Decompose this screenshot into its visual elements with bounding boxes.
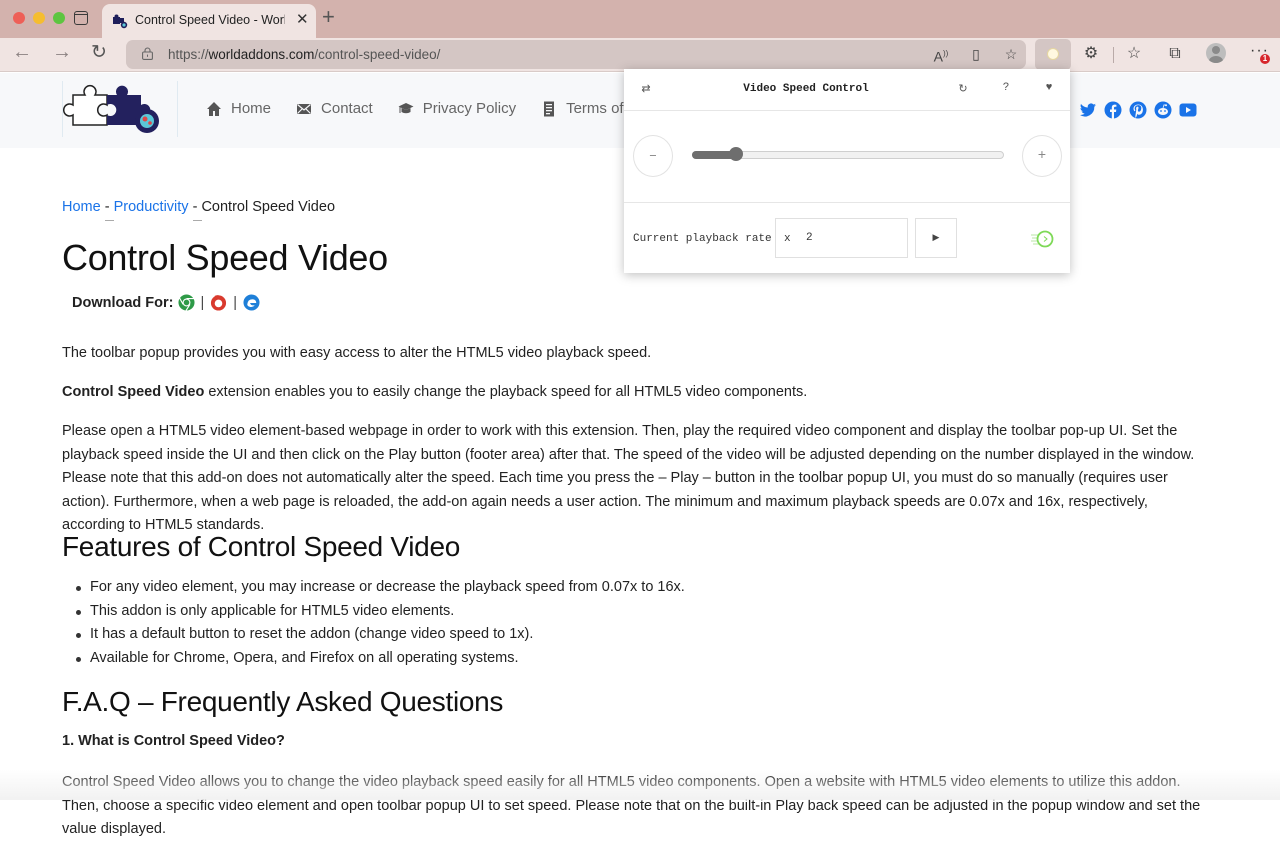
slider-thumb[interactable] (728, 147, 743, 161)
rate-value: 2 (806, 232, 813, 244)
edge-icon[interactable] (243, 294, 260, 311)
puzzle-logo-icon (63, 85, 159, 133)
intro-paragraph: The toolbar popup provides you with easy… (62, 345, 652, 361)
notification-badge: 1 (1260, 54, 1270, 64)
favorites-icon[interactable]: ☆ (1124, 44, 1144, 64)
puzzle-favicon-icon (113, 14, 128, 29)
reddit-icon[interactable] (1154, 101, 1172, 119)
download-label: Download For: (72, 294, 174, 311)
add-favorite-icon[interactable]: ☆ (1002, 45, 1020, 63)
window-maximize-button[interactable] (53, 12, 65, 24)
graduation-cap-icon (398, 102, 414, 113)
back-icon[interactable]: ← (12, 41, 32, 64)
feature-item: This addon is only applicable for HTML5 … (76, 600, 685, 624)
tab-bar: Control Speed Video - WorldAddons ✕ + (0, 0, 1280, 38)
heart-icon[interactable]: ♥ (1041, 82, 1057, 94)
features-heading: Features of Control Speed Video (62, 531, 460, 562)
instructions-paragraph: Please open a HTML5 video element-based … (62, 423, 1195, 533)
faq-heading: F.A.Q – Frequently Asked Questions (62, 686, 504, 717)
speed-logo-icon[interactable] (1030, 228, 1054, 250)
tab-title: Control Speed Video - WorldAddons (135, 13, 285, 27)
description-text: extension enables you to easily change t… (204, 384, 808, 400)
popup-title: Video Speed Control (743, 83, 869, 95)
firefox-icon[interactable] (210, 294, 227, 311)
read-aloud-icon[interactable]: A)) (932, 45, 950, 65)
increase-speed-button[interactable]: + (1022, 135, 1062, 177)
document-icon (544, 101, 555, 116)
bottom-fade (0, 770, 1280, 800)
playback-rate-label: Current playback rate (633, 233, 772, 245)
main-menu: Home Contact Privacy Policy Terms of (206, 100, 624, 117)
address-bar[interactable]: https://worldaddons.com/control-speed-vi… (126, 40, 1026, 69)
youtube-icon[interactable] (1179, 101, 1197, 119)
popup-controls: – + (624, 112, 1070, 203)
breadcrumb-category-link[interactable]: Productivity (114, 199, 189, 215)
menu-label: Contact (321, 100, 373, 117)
tab-actions-icon[interactable] (74, 11, 88, 25)
twitter-icon[interactable] (1079, 101, 1097, 119)
breadcrumb-separator: - (192, 199, 198, 215)
faq-question: 1. What is Control Speed Video? (62, 733, 285, 749)
menu-label: Privacy Policy (422, 100, 517, 117)
product-name: Control Speed Video (62, 384, 205, 400)
lock-icon[interactable] (142, 47, 153, 60)
profile-avatar[interactable] (1206, 43, 1226, 63)
facebook-icon[interactable] (1104, 101, 1122, 119)
breadcrumb: Home - Productivity - Control Speed Vide… (62, 199, 335, 215)
download-links: Download For: | | (72, 294, 260, 311)
reload-icon[interactable]: ↻ (91, 41, 107, 64)
popup-header: ⇄ Video Speed Control ↻ ? ♥ (624, 69, 1070, 111)
menu-item-terms[interactable]: Terms of (541, 100, 624, 117)
browser-toolbar: ← → ↻ https://worldaddons.com/control-sp… (0, 38, 1280, 72)
url-text[interactable]: https://worldaddons.com/control-speed-vi… (168, 47, 440, 62)
menu-label: Home (231, 100, 272, 117)
feature-item: For any video element, you may increase … (76, 576, 685, 600)
new-tab-button[interactable]: + (322, 4, 335, 30)
forward-icon[interactable]: → (52, 41, 72, 64)
speed-slider[interactable] (692, 147, 1004, 161)
window-close-button[interactable] (13, 12, 25, 24)
menu-label: Terms of (566, 100, 624, 117)
envelope-icon (297, 103, 312, 114)
menu-item-privacy-policy[interactable]: Privacy Policy (398, 100, 516, 117)
extensions-icon[interactable]: ⚙ (1081, 44, 1101, 64)
download-separator: | (200, 294, 205, 311)
tab-active[interactable]: Control Speed Video - WorldAddons ✕ (102, 4, 316, 38)
feature-item: Available for Chrome, Opera, and Firefox… (76, 647, 685, 671)
description-paragraph: Control Speed Video extension enables yo… (62, 381, 807, 405)
extension-video-speed-icon[interactable] (1035, 39, 1071, 70)
home-icon (207, 101, 221, 116)
breadcrumb-home-link[interactable]: Home (62, 199, 101, 215)
collections-icon[interactable]: ⧉ (1165, 44, 1185, 64)
toolbar-divider (1113, 47, 1114, 63)
page-title: Control Speed Video (62, 237, 388, 278)
rate-prefix: x (784, 233, 791, 245)
help-icon[interactable]: ? (998, 82, 1014, 94)
chrome-icon[interactable] (177, 294, 195, 311)
menu-item-contact[interactable]: Contact (296, 100, 373, 117)
play-button[interactable]: ▶ (915, 218, 957, 258)
tab-close-icon[interactable]: ✕ (296, 10, 309, 28)
pinterest-icon[interactable] (1129, 101, 1147, 119)
site-logo[interactable] (62, 81, 178, 137)
breadcrumb-current: Control Speed Video (201, 199, 336, 215)
video-speed-popup: ⇄ Video Speed Control ↻ ? ♥ – + Current … (624, 69, 1070, 273)
feature-item: It has a default button to reset the add… (76, 623, 685, 647)
decrease-speed-button[interactable]: – (633, 135, 673, 177)
download-separator: | (233, 294, 238, 311)
menu-item-home[interactable]: Home (206, 100, 271, 117)
social-links (1079, 101, 1197, 119)
breadcrumb-separator: - (104, 199, 110, 215)
features-list: For any video element, you may increase … (76, 576, 685, 670)
reload-icon[interactable]: ↻ (955, 82, 971, 96)
window-minimize-button[interactable] (33, 12, 45, 24)
popup-footer: Current playback rate x 2 ▶ (624, 204, 1070, 273)
immersive-reader-icon[interactable]: ▯ (967, 45, 985, 63)
playback-rate-input[interactable]: x 2 (775, 218, 908, 258)
